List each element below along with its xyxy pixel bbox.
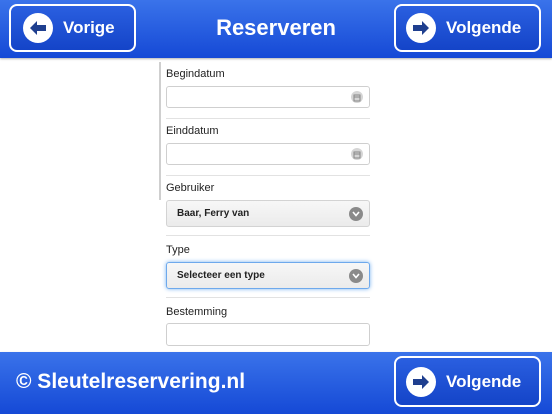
next-button-bottom[interactable]: Volgende xyxy=(394,356,541,407)
separator xyxy=(166,235,370,236)
begindatum-label: Begindatum xyxy=(166,68,225,80)
arrow-right-icon xyxy=(406,13,436,43)
divider xyxy=(159,62,161,200)
arrow-left-icon xyxy=(23,13,53,43)
prev-button-label: Vorige xyxy=(63,18,115,37)
chevron-down-icon xyxy=(349,206,363,221)
type-label: Type xyxy=(166,244,190,256)
bestemming-label: Bestemming xyxy=(166,306,228,318)
type-value: Selecteer een type xyxy=(177,270,265,281)
type-select[interactable]: Selecteer een type xyxy=(166,262,370,289)
next-button-label: Volgende xyxy=(446,18,522,37)
einddatum-field[interactable] xyxy=(166,143,370,165)
reservation-form: Begindatum Einddatum Gebruiker Baar, Fer… xyxy=(159,58,381,352)
separator xyxy=(166,118,370,119)
next-button-top[interactable]: Volgende xyxy=(394,4,541,52)
arrow-right-icon xyxy=(406,366,436,397)
gebruiker-label: Gebruiker xyxy=(166,182,215,194)
prev-button[interactable]: Vorige xyxy=(9,4,136,52)
gebruiker-value: Baar, Ferry van xyxy=(177,208,250,219)
calendar-icon[interactable] xyxy=(351,148,363,160)
copyright-text: © Sleutelreservering.nl xyxy=(16,370,246,393)
bestemming-field[interactable] xyxy=(166,323,370,346)
begindatum-field[interactable] xyxy=(166,86,370,108)
separator xyxy=(166,175,370,176)
einddatum-label: Einddatum xyxy=(166,125,219,137)
gebruiker-select[interactable]: Baar, Ferry van xyxy=(166,200,370,227)
chevron-down-icon xyxy=(349,268,363,283)
separator xyxy=(166,297,370,298)
calendar-icon[interactable] xyxy=(351,91,363,103)
next-button-label: Volgende xyxy=(446,371,522,391)
